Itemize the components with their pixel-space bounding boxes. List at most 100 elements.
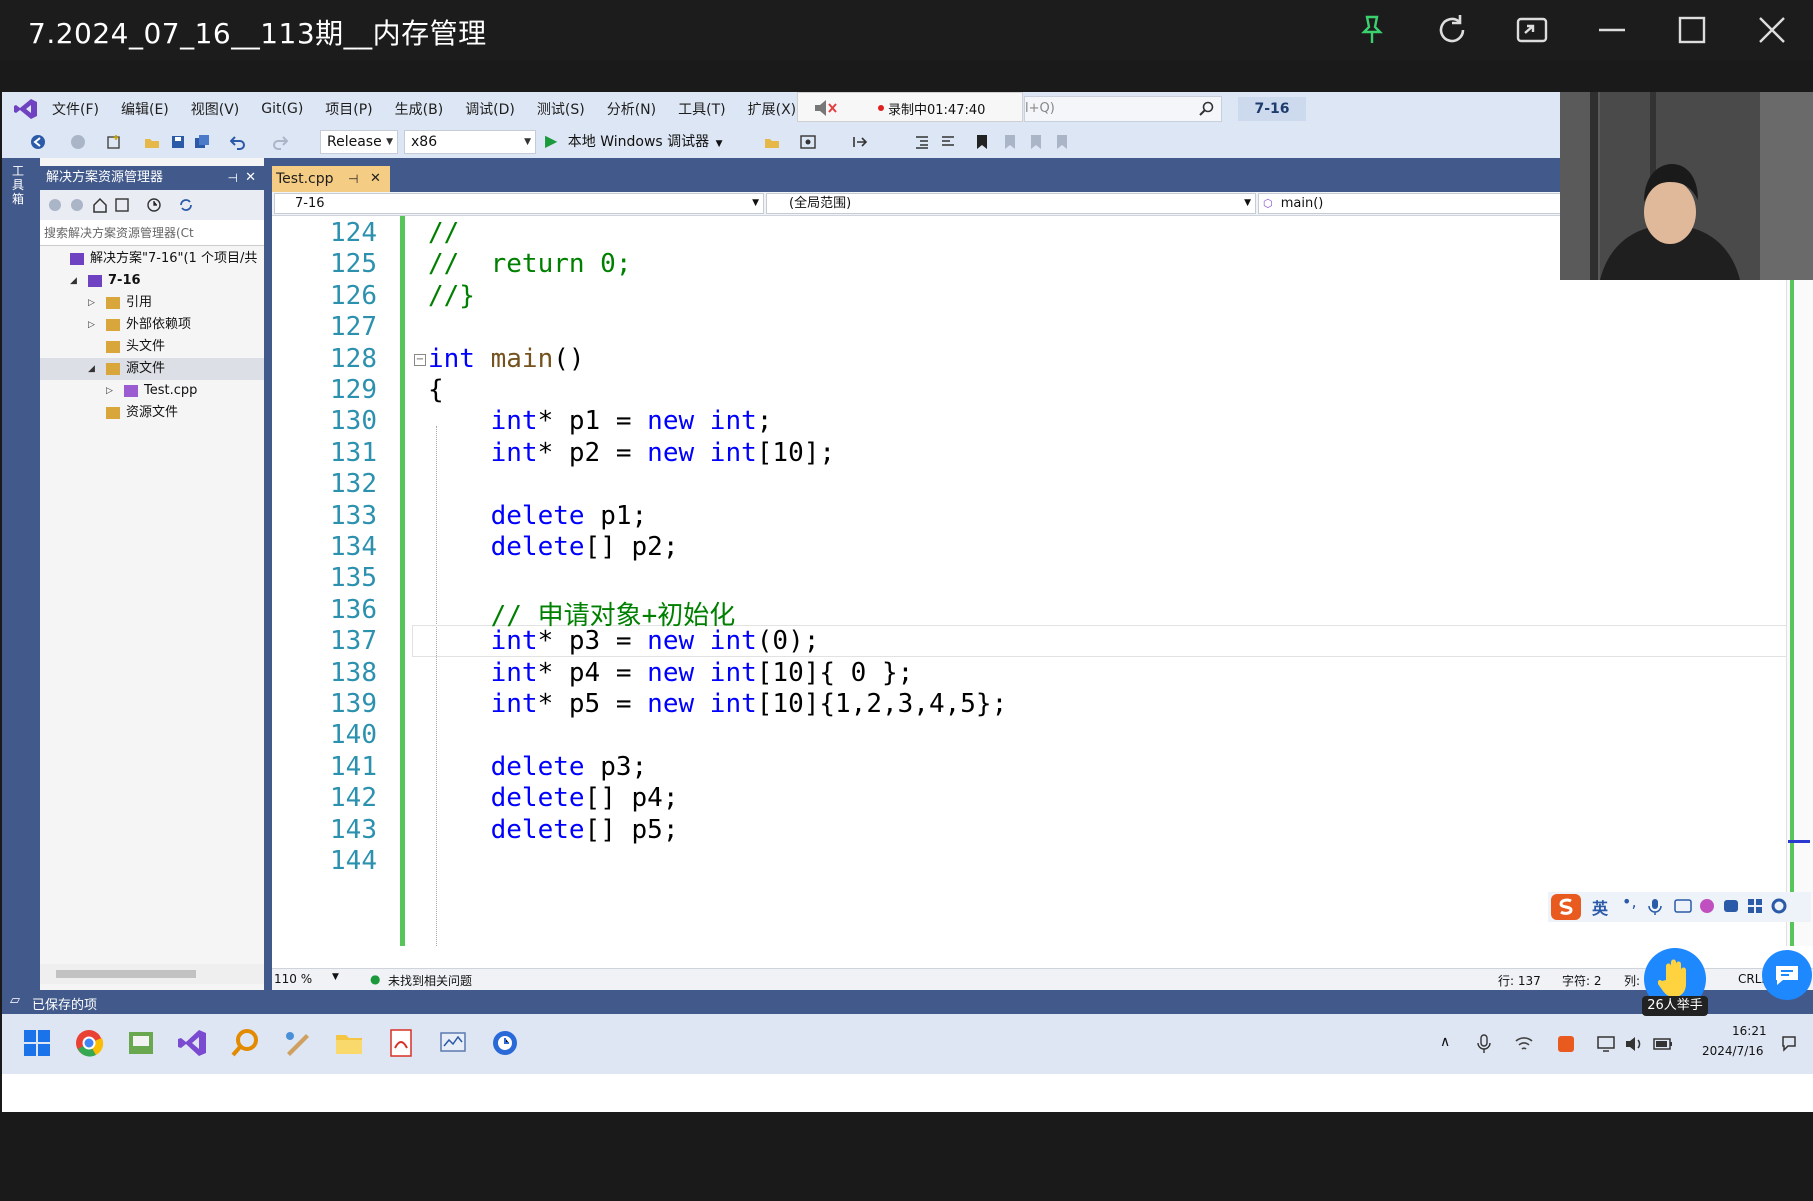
chat-button[interactable] [1762,950,1812,1000]
chevron-down-icon[interactable]: ▼ [332,972,339,982]
monitor-icon[interactable] [438,1028,468,1058]
step-icon[interactable] [852,134,868,150]
project-dropdown[interactable]: 7-16 ▼ [274,193,764,214]
folder-view-icon[interactable] [764,134,780,150]
tab-test-cpp[interactable]: Test.cpp ⊣ ✕ [272,166,390,192]
menu-item[interactable]: 视图(V) [191,99,240,119]
code-line[interactable]: int* p2 = new int[10]; [428,438,835,468]
voice-input-icon[interactable] [1648,898,1662,916]
project-name-badge[interactable]: 7-16 [1238,97,1306,121]
forward-icon[interactable] [70,198,84,212]
clock-time[interactable]: 16:21 [1732,1024,1767,1038]
menu-item[interactable]: Git(G) [261,101,303,117]
menu-item[interactable]: 生成(B) [395,99,444,119]
code-line[interactable]: delete p3; [428,752,648,782]
expand-arrow-icon[interactable]: ◢ [70,270,77,292]
tree-item[interactable]: 资源文件 [40,402,264,424]
visual-studio-icon[interactable] [178,1028,208,1058]
platform-dropdown[interactable]: x86 ▼ [404,130,536,154]
close-icon[interactable]: ✕ [245,166,256,190]
home-icon[interactable] [92,197,108,213]
vs-search-box[interactable]: l+Q) [1024,96,1222,122]
back-icon[interactable] [30,134,46,150]
code-line[interactable]: delete[] p5; [428,815,679,845]
history-icon[interactable] [146,197,162,213]
pin-icon[interactable]: ⊣ [228,166,238,190]
toolbox-icon[interactable] [1746,897,1764,915]
pin-icon[interactable] [1352,10,1392,50]
code-line[interactable]: int* p4 = new int[10]{ 0 }; [428,658,914,688]
window-layout-icon[interactable] [800,134,816,150]
code-line[interactable]: int main() [428,344,585,374]
tree-item[interactable]: ◢ 源文件 [40,358,264,380]
sogou-logo-icon[interactable] [1550,893,1582,921]
toolbox-strip[interactable]: 工具箱 [2,158,38,990]
code-line[interactable]: delete p1; [428,501,648,531]
tree-item[interactable]: ▷ 外部依赖项 [40,314,264,336]
paint-icon[interactable] [282,1028,312,1058]
code-line[interactable]: int* p1 = new int; [428,406,773,436]
expand-arrow-icon[interactable]: ▷ [106,380,113,402]
mini-window-icon[interactable] [1512,10,1552,50]
tree-item[interactable]: ▷ Test.cpp [40,380,264,402]
clock-date[interactable]: 2024/7/16 [1702,1044,1764,1058]
bookmark-icon[interactable] [974,134,990,150]
forward-icon[interactable] [70,134,86,150]
collapse-icon[interactable]: − [414,353,426,366]
sogou-icon[interactable] [1556,1034,1576,1054]
close-icon[interactable]: ✕ [370,166,381,192]
clock-app-icon[interactable] [490,1028,520,1058]
clear-bookmarks-icon[interactable] [1054,134,1070,150]
code-line[interactable]: int* p5 = new int[10]{1,2,3,4,5}; [428,689,1008,719]
expand-arrow-icon[interactable]: ◢ [88,358,95,380]
config-dropdown[interactable]: Release ▼ [320,130,398,154]
display-icon[interactable] [1596,1034,1616,1054]
menu-item[interactable]: 项目(P) [325,99,372,119]
menu-item[interactable]: 扩展(X) [748,99,797,119]
code-line[interactable]: delete[] p4; [428,783,679,813]
back-icon[interactable] [48,198,62,212]
open-file-icon[interactable] [144,134,160,150]
volume-icon[interactable] [1624,1034,1644,1054]
menu-item[interactable]: 调试(D) [465,99,515,119]
redo-icon[interactable] [272,134,288,150]
save-all-icon[interactable] [194,134,210,150]
refresh-icon[interactable] [1432,10,1472,50]
maximize-icon[interactable] [1672,10,1712,50]
windows-start-icon[interactable] [22,1028,52,1058]
close-icon[interactable] [1752,10,1792,50]
tree-item[interactable]: ▷ 引用 [40,292,264,314]
expand-arrow-icon[interactable]: ▷ [88,292,95,314]
new-project-icon[interactable] [106,134,122,150]
horizontal-scrollbar[interactable] [40,964,264,984]
sync-icon[interactable] [178,197,194,213]
settings-icon[interactable] [1770,897,1788,915]
menu-item[interactable]: 分析(N) [607,99,656,119]
emoji-icon[interactable] [1722,897,1740,915]
mute-icon[interactable] [812,97,838,119]
code-area[interactable]: − 124 // 125 // return 0; 126 //} 127 128 int ma… [272,216,1813,946]
start-debug-button[interactable]: ▶ 本地 Windows 调试器 ▼ [545,131,723,153]
code-line[interactable]: { [428,375,444,405]
file-explorer-icon[interactable] [334,1028,364,1058]
tree-item[interactable]: ◢ 7-16 [40,270,264,292]
keyboard-icon[interactable] [1674,898,1692,914]
solution-search-input[interactable]: 搜索解决方案资源管理器(Ct [40,220,264,246]
save-icon[interactable] [170,134,186,150]
chrome-icon[interactable] [74,1028,104,1058]
code-line[interactable]: // [428,218,459,248]
tree-item[interactable]: 头文件 [40,336,264,358]
scrollbar-thumb[interactable] [56,970,196,978]
comment-icon[interactable] [940,134,956,150]
menu-item[interactable]: 编辑(E) [121,99,169,119]
next-bookmark-icon[interactable] [1028,134,1044,150]
code-line[interactable]: delete[] p2; [428,532,679,562]
zoom-level[interactable]: 110 % [274,972,312,986]
expand-arrow-icon[interactable]: ▷ [88,314,95,336]
code-line[interactable]: // return 0; [428,249,632,279]
minimize-icon[interactable] [1592,10,1632,50]
network-icon[interactable] [1514,1034,1534,1054]
chevron-up-icon[interactable]: ∧ [1440,1034,1450,1050]
app-icon[interactable] [126,1028,156,1058]
pdf-icon[interactable] [386,1028,416,1058]
